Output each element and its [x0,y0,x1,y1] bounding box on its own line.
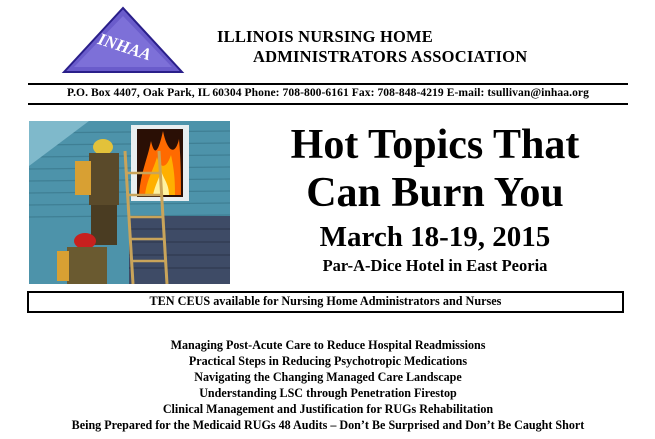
event-venue: Par-A-Dice Hotel in East Peoria [322,256,548,275]
topic-item: Practical Steps in Reducing Psychotropic… [188,353,468,368]
top-rule [28,83,628,85]
event-title-line2: Can Burn You [306,170,564,216]
inhaa-logo: INHAA [60,4,186,76]
topic-item: Managing Post-Acute Care to Reduce Hospi… [170,338,486,352]
ceus-text: TEN CEUS available for Nursing Home Admi… [149,294,502,308]
contact-line: P.O. Box 4407, Oak Park, IL 60304 Phone:… [67,86,589,99]
org-name-line1: ILLINOIS NURSING HOME [217,27,433,46]
contact-rule [28,103,628,105]
topic-item: Understanding LSC through Penetration Fi… [199,385,457,400]
firefighters-photo [29,121,230,284]
topic-item: Clinical Management and Justification fo… [162,401,494,416]
topics-list: Managing Post-Acute Care to Reduce Hospi… [28,338,628,433]
event-title-line1: Hot Topics That [290,122,580,168]
org-name-line2: ADMINISTRATORS ASSOCIATION [253,47,528,66]
topic-item: Navigating the Changing Managed Care Lan… [194,369,462,384]
event-date: March 18-19, 2015 [319,221,551,253]
topic-item: Being Prepared for the Medicaid RUGs 48 … [71,417,585,432]
